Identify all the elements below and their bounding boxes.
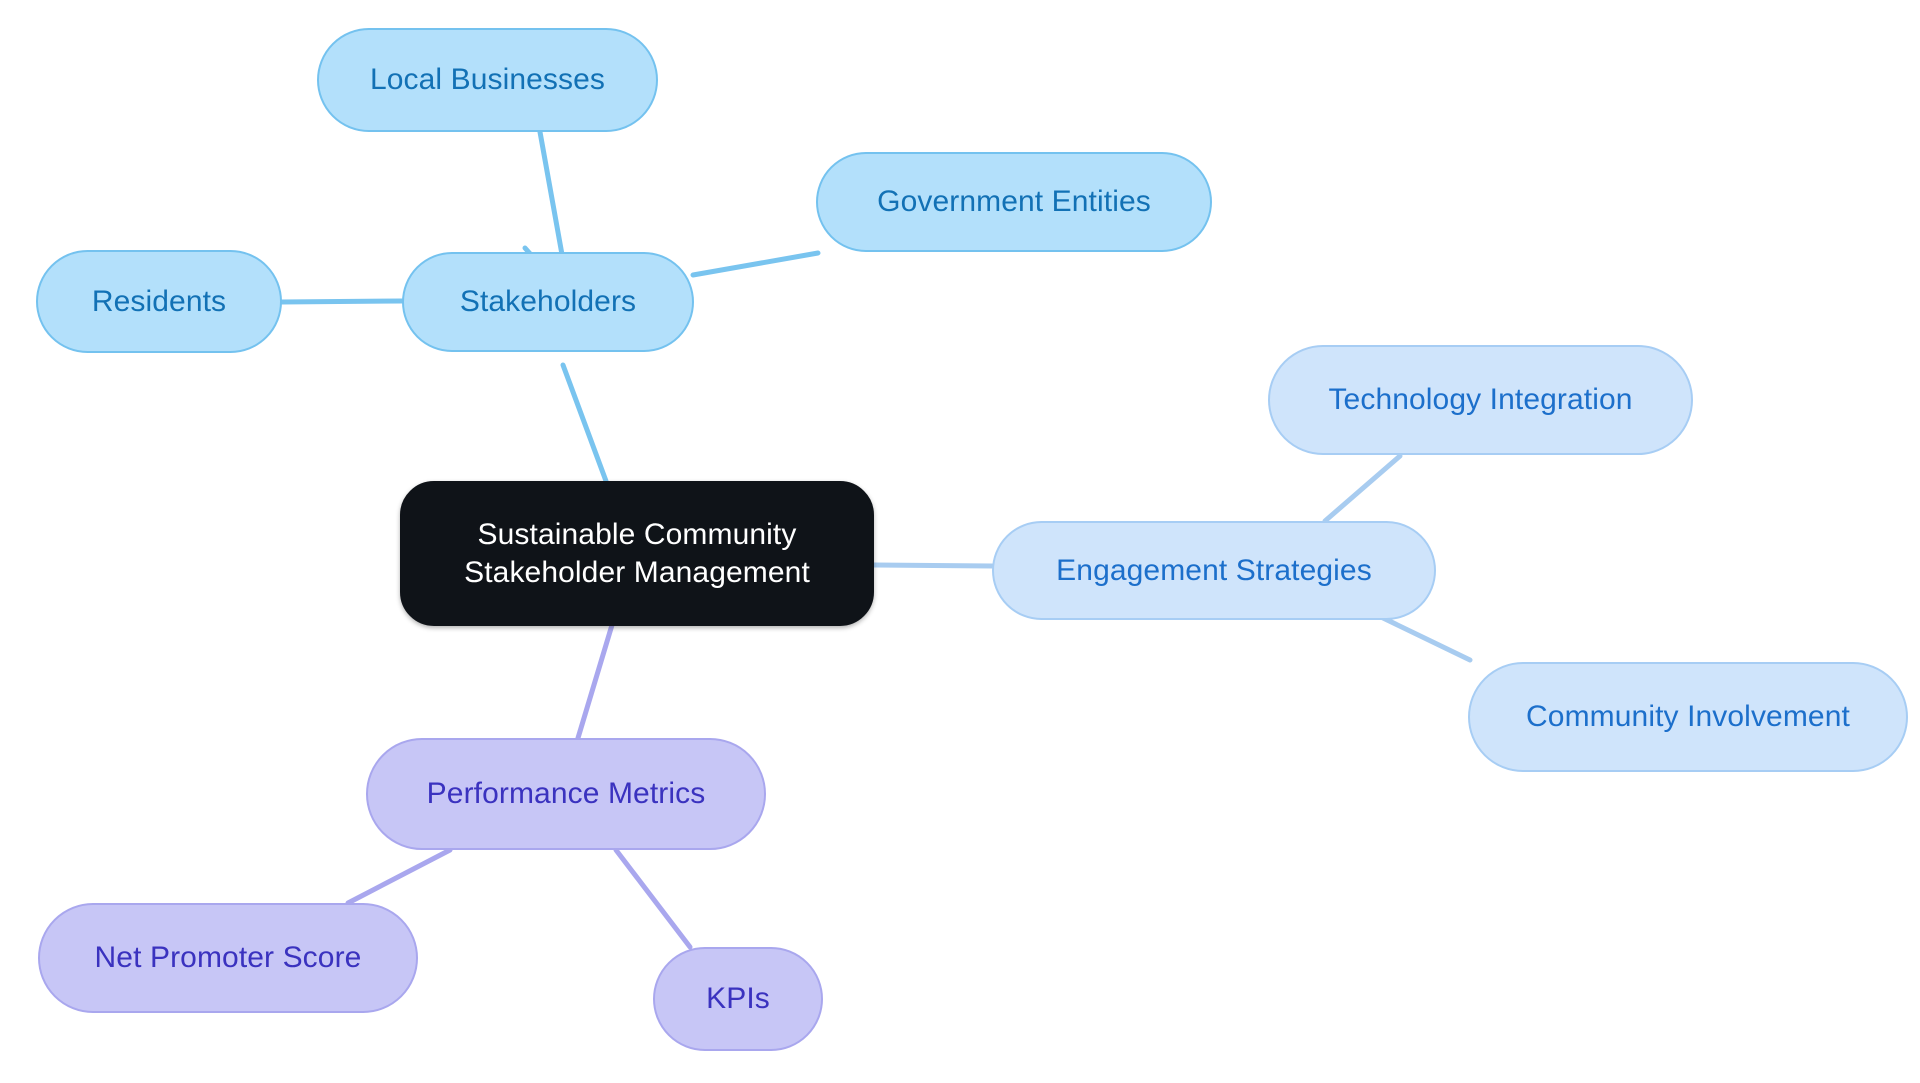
node-government-entities[interactable]: Government Entities <box>816 152 1212 252</box>
node-net-promoter-score[interactable]: Net Promoter Score <box>38 903 418 1013</box>
node-root[interactable]: Sustainable Community Stakeholder Manage… <box>400 481 874 626</box>
edge-root-stakeholders <box>560 362 609 484</box>
node-community-involvement[interactable]: Community Involvement <box>1468 662 1908 772</box>
edge-performance-net-promoter-score <box>345 847 453 906</box>
mindmap-canvas: Sustainable Community Stakeholder Manage… <box>0 0 1920 1083</box>
node-local-businesses[interactable]: Local Businesses <box>317 28 658 132</box>
node-residents[interactable]: Residents <box>36 250 282 353</box>
edge-performance-kpis <box>613 847 693 950</box>
edge-engagement-technology-integration <box>1322 453 1403 524</box>
edge-stakeholders-government-entities <box>690 250 821 278</box>
edge-root-engagement-strategies <box>871 562 995 569</box>
node-performance-metrics[interactable]: Performance Metrics <box>366 738 766 850</box>
node-technology-integration[interactable]: Technology Integration <box>1268 345 1693 455</box>
edge-engagement-community-involvement <box>1378 614 1473 663</box>
edge-stakeholders-residents <box>278 298 405 305</box>
node-stakeholders[interactable]: Stakeholders <box>402 252 694 352</box>
node-kpis[interactable]: KPIs <box>653 947 823 1051</box>
node-engagement-strategies[interactable]: Engagement Strategies <box>992 521 1436 620</box>
edge-root-performance-metrics <box>575 622 615 741</box>
